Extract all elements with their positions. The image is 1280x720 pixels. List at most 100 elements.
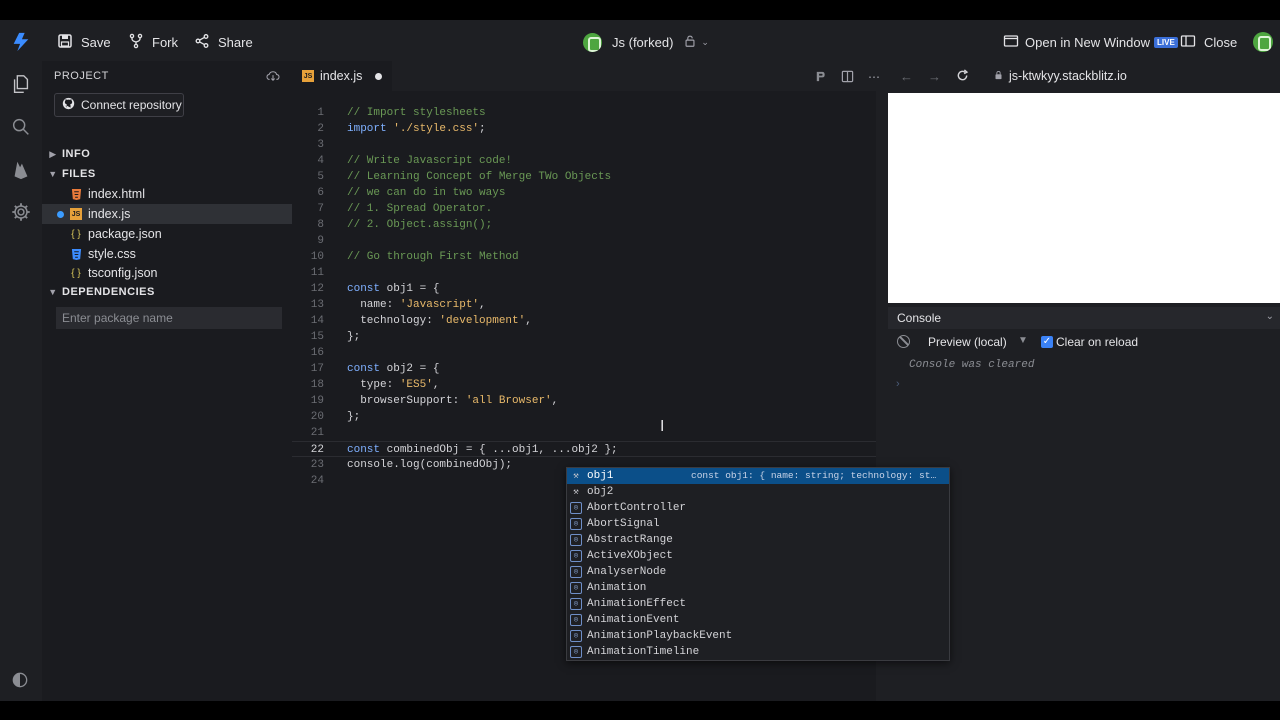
suggestion-item[interactable]: ◎ AbortController <box>567 500 949 516</box>
code-line[interactable]: 20}; <box>292 409 876 425</box>
chevron-down-icon[interactable]: ⌄ <box>1266 311 1274 322</box>
code-line[interactable]: 5 // Learning Concept of Merge TWo Object… <box>292 169 876 185</box>
line-code: }; <box>347 411 361 423</box>
console-header[interactable]: Console ⌄ <box>888 307 1280 329</box>
share-label: Share <box>218 34 253 50</box>
close-button[interactable]: Close <box>1180 31 1237 53</box>
suggestion-label: AnimationEffect <box>587 598 687 610</box>
share-button[interactable]: Share <box>194 31 253 53</box>
code-line[interactable]: 2 import './style.css'; <box>292 121 876 137</box>
chevron-down-icon[interactable]: ⌄ <box>701 37 709 48</box>
save-label: Save <box>81 34 111 50</box>
js-file-icon: JS <box>302 70 314 82</box>
suggestion-label: AnimationPlaybackEvent <box>587 630 733 642</box>
suggestion-item[interactable]: ⚒ obj2 <box>567 484 949 500</box>
fork-button[interactable]: Fork <box>128 31 178 53</box>
variable-icon: ◎ <box>570 550 582 562</box>
code-line[interactable]: 22 const combinedObj = { ...obj1, ...obj2… <box>292 441 876 457</box>
preview-url-bar[interactable]: js-ktwkyy.stackblitz.io <box>994 69 1127 83</box>
suggestion-item[interactable]: ◎ AbortSignal <box>567 516 949 532</box>
variable-icon: ◎ <box>570 534 582 546</box>
code-line[interactable]: 15}; <box>292 329 876 345</box>
project-heading: PROJECT <box>54 70 109 82</box>
theme-toggle-icon[interactable] <box>10 670 32 692</box>
code-line[interactable]: 21 <box>292 425 876 441</box>
info-label: INFO <box>62 148 91 160</box>
code-line[interactable]: 3 <box>292 137 876 153</box>
code-line[interactable]: 14 technology: 'development', <box>292 313 876 329</box>
project-title-area[interactable]: Js (forked) ⌄ <box>583 31 709 53</box>
line-number: 3 <box>317 139 324 151</box>
code-line[interactable]: 6 // we can do in two ways <box>292 185 876 201</box>
file-item-index-html[interactable]: index.html <box>42 184 292 204</box>
json-file-icon: { } <box>71 228 81 240</box>
code-line[interactable]: 7 // 1. Spread Operator. <box>292 201 876 217</box>
explorer-icon[interactable] <box>10 73 32 95</box>
search-icon[interactable] <box>10 116 32 138</box>
refresh-icon[interactable] <box>956 69 970 83</box>
tab-index-js[interactable]: JS index.js <box>292 61 392 91</box>
code-line[interactable]: 11 <box>292 265 876 281</box>
unsaved-dot <box>375 72 382 80</box>
clear-console-icon[interactable] <box>897 335 910 348</box>
code-line[interactable]: 16 <box>292 345 876 361</box>
suggestion-label: AbstractRange <box>587 534 673 546</box>
suggestion-item[interactable]: ◎ Animation <box>567 580 949 596</box>
user-avatar[interactable] <box>1253 32 1273 52</box>
unsaved-dot <box>57 210 64 218</box>
line-code: technology: 'development', <box>347 315 532 327</box>
save-icon <box>57 33 73 52</box>
suggestion-label: AbortController <box>587 502 687 514</box>
more-options-icon[interactable]: ⋯ <box>868 70 882 84</box>
suggestion-item[interactable]: ◎ AnimationTimeline <box>567 644 949 660</box>
autocomplete-popup: ⚒ obj1 const obj1: { name: string; technol… <box>566 467 950 661</box>
firebase-icon[interactable] <box>10 159 32 181</box>
suggestion-item[interactable]: ⚒ obj1 const obj1: { name: string; technol… <box>567 468 949 484</box>
line-code: // Import stylesheets <box>347 107 486 119</box>
line-code: // 1. Spread Operator. <box>347 203 493 215</box>
preview-frame[interactable] <box>888 93 1280 303</box>
file-item-package-json[interactable]: { } package.json <box>42 224 292 244</box>
cloud-download-icon[interactable] <box>266 69 282 83</box>
code-line[interactable]: 1 // Import stylesheets <box>292 105 876 121</box>
back-arrow-icon[interactable]: ← <box>900 69 914 84</box>
line-number: 6 <box>317 187 324 199</box>
code-line[interactable]: 10 // Go through First Method <box>292 249 876 265</box>
code-line[interactable]: 8 // 2. Object.assign(); <box>292 217 876 233</box>
suggestion-item[interactable]: ◎ ActiveXObject <box>567 548 949 564</box>
chevron-right-icon: ▶ <box>49 148 57 159</box>
console-prompt-icon[interactable]: › <box>896 378 900 390</box>
code-line[interactable]: 13 name: 'Javascript', <box>292 297 876 313</box>
file-item-style-css[interactable]: style.css <box>42 244 292 264</box>
settings-gear-icon[interactable] <box>10 201 32 223</box>
package-name-input[interactable] <box>56 307 282 329</box>
variable-icon: ◎ <box>570 630 582 642</box>
line-code: // Learning Concept of Merge TWo Objects <box>347 171 612 183</box>
code-line[interactable]: 12 const obj1 = { <box>292 281 876 297</box>
split-editor-icon[interactable] <box>841 70 855 84</box>
file-item-index-js[interactable]: JS index.js <box>42 204 292 224</box>
console-context-select[interactable]: Preview (local) <box>928 335 1007 349</box>
files-section-toggle[interactable]: ▼ FILES <box>42 164 292 184</box>
code-line[interactable]: 4 // Write Javascript code! <box>292 153 876 169</box>
code-line[interactable]: 18 type: 'ES5', <box>292 377 876 393</box>
open-in-new-window-button[interactable]: Open in New Window LIVE <box>1003 31 1178 53</box>
info-section-toggle[interactable]: ▶ INFO <box>42 144 292 164</box>
stackblitz-logo-icon[interactable] <box>10 31 32 53</box>
save-button[interactable]: Save <box>57 31 111 53</box>
code-line[interactable]: 9 <box>292 233 876 249</box>
prettier-format-icon[interactable] <box>814 70 828 84</box>
code-line[interactable]: 19 browserSupport: 'all Browser', <box>292 393 876 409</box>
connect-repository-button[interactable]: Connect repository <box>54 93 184 117</box>
code-line[interactable]: 17 const obj2 = { <box>292 361 876 377</box>
suggestion-item[interactable]: ◎ AnimationPlaybackEvent <box>567 628 949 644</box>
dropdown-arrow-icon[interactable]: ▼ <box>1018 335 1028 346</box>
suggestion-item[interactable]: ◎ AnimationEvent <box>567 612 949 628</box>
dependencies-section-toggle[interactable]: ▼ DEPENDENCIES <box>42 282 292 302</box>
suggestion-item[interactable]: ◎ AbstractRange <box>567 532 949 548</box>
forward-arrow-icon[interactable]: → <box>928 69 942 84</box>
clear-on-reload-checkbox[interactable]: ✓ <box>1041 336 1053 348</box>
file-item-tsconfig-json[interactable]: { } tsconfig.json <box>42 263 292 283</box>
suggestion-item[interactable]: ◎ AnimationEffect <box>567 596 949 612</box>
suggestion-item[interactable]: ◎ AnalyserNode <box>567 564 949 580</box>
